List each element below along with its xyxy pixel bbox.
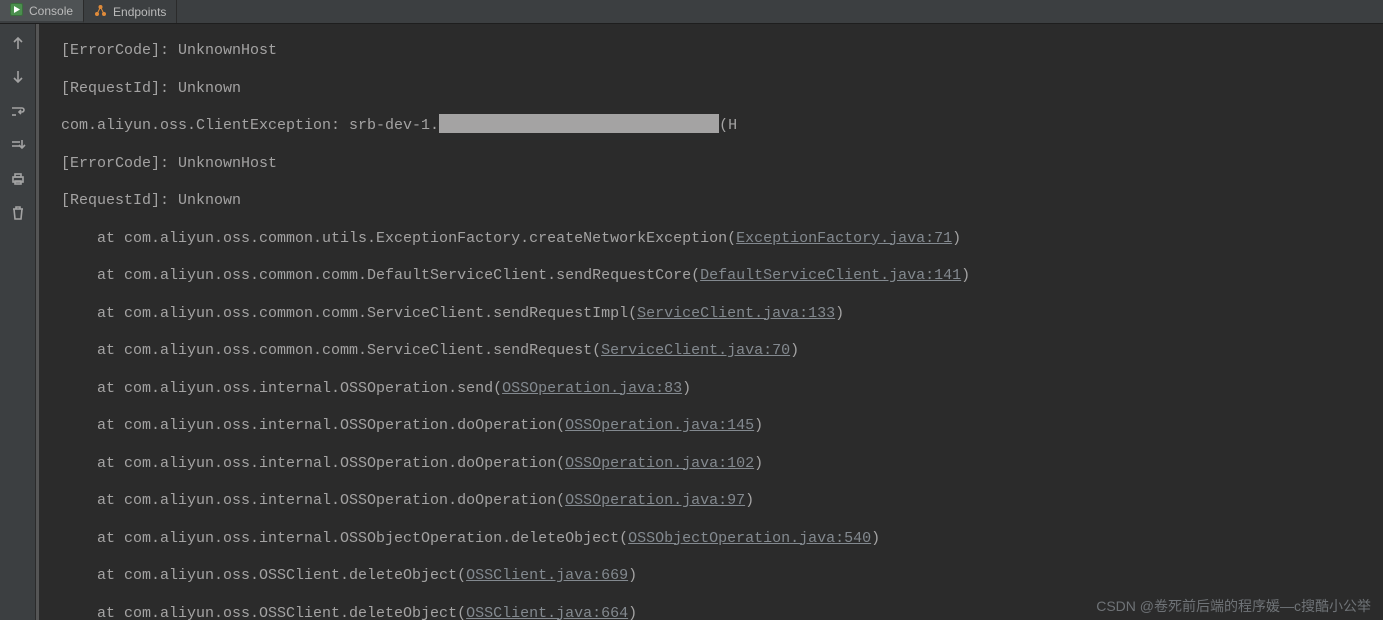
scroll-down-icon[interactable] (6, 66, 30, 88)
log-line: [RequestId]: Unknown (61, 70, 1383, 108)
log-text: (H (719, 117, 737, 134)
stack-frame-text: ) (754, 455, 763, 472)
tab-endpoints[interactable]: Endpoints (84, 0, 177, 23)
run-icon (10, 3, 23, 19)
stack-frame-text: ) (682, 380, 691, 397)
stack-frame-text: ) (628, 605, 637, 620)
stack-frame: at com.aliyun.oss.common.comm.DefaultSer… (61, 257, 1383, 295)
stack-frame: at com.aliyun.oss.common.utils.Exception… (61, 220, 1383, 258)
log-text: com.aliyun.oss.ClientException: srb-dev-… (61, 117, 439, 134)
stack-frame: at com.aliyun.oss.internal.OSSOperation.… (61, 445, 1383, 483)
stack-frame-text: ) (745, 492, 754, 509)
source-link[interactable]: ServiceClient.java:70 (601, 342, 790, 359)
stack-frame-text: at com.aliyun.oss.common.comm.DefaultSer… (61, 267, 700, 284)
stack-frame: at com.aliyun.oss.OSSClient.deleteObject… (61, 557, 1383, 595)
scroll-up-icon[interactable] (6, 32, 30, 54)
source-link[interactable]: OSSObjectOperation.java:540 (628, 530, 871, 547)
stack-frame: at com.aliyun.oss.internal.OSSOperation.… (61, 482, 1383, 520)
source-link[interactable]: OSSOperation.java:145 (565, 417, 754, 434)
log-line: [RequestId]: Unknown (61, 182, 1383, 220)
stack-frame-text: ) (754, 417, 763, 434)
stack-frame-text: at com.aliyun.oss.common.utils.Exception… (61, 230, 736, 247)
console-output[interactable]: [ErrorCode]: UnknownHost [RequestId]: Un… (36, 24, 1383, 620)
stack-frame: at com.aliyun.oss.common.comm.ServiceCli… (61, 332, 1383, 370)
log-line: com.aliyun.oss.ClientException: srb-dev-… (61, 107, 1383, 145)
source-link[interactable]: OSSClient.java:664 (466, 605, 628, 620)
left-toolbar (0, 24, 36, 620)
stack-frame: at com.aliyun.oss.internal.OSSOperation.… (61, 407, 1383, 445)
stack-frame-text: at com.aliyun.oss.internal.OSSObjectOper… (61, 530, 628, 547)
stack-frame-text: ) (952, 230, 961, 247)
tab-console-label: Console (29, 4, 73, 18)
source-link[interactable]: OSSOperation.java:83 (502, 380, 682, 397)
source-link[interactable]: OSSOperation.java:97 (565, 492, 745, 509)
stack-frame: at com.aliyun.oss.internal.OSSOperation.… (61, 370, 1383, 408)
trash-icon[interactable] (6, 202, 30, 224)
stack-frame-text: at com.aliyun.oss.internal.OSSOperation.… (61, 492, 565, 509)
watermark: CSDN @卷死前后端的程序媛—c搜酷小公举 (1096, 596, 1371, 616)
stack-frame-text: at com.aliyun.oss.common.comm.ServiceCli… (61, 305, 637, 322)
scroll-to-end-icon[interactable] (6, 134, 30, 156)
tab-console[interactable]: Console (0, 0, 84, 23)
stack-frame-text: ) (871, 530, 880, 547)
stack-frame-text: at com.aliyun.oss.internal.OSSOperation.… (61, 380, 502, 397)
source-link[interactable]: ServiceClient.java:133 (637, 305, 835, 322)
stack-frame-text: at com.aliyun.oss.internal.OSSOperation.… (61, 455, 565, 472)
stack-frame-text: ) (835, 305, 844, 322)
stack-frame-text: at com.aliyun.oss.OSSClient.deleteObject… (61, 605, 466, 620)
redacted-block (439, 114, 719, 133)
print-icon[interactable] (6, 168, 30, 190)
stack-frame: at com.aliyun.oss.internal.OSSObjectOper… (61, 520, 1383, 558)
stack-frame-text: at com.aliyun.oss.OSSClient.deleteObject… (61, 567, 466, 584)
stack-frame-text: at com.aliyun.oss.internal.OSSOperation.… (61, 417, 565, 434)
stack-frame-text: at com.aliyun.oss.common.comm.ServiceCli… (61, 342, 601, 359)
stack-trace: at com.aliyun.oss.common.utils.Exception… (61, 220, 1383, 620)
log-line: [ErrorCode]: UnknownHost (61, 32, 1383, 70)
source-link[interactable]: DefaultServiceClient.java:141 (700, 267, 961, 284)
log-line: [ErrorCode]: UnknownHost (61, 145, 1383, 183)
tab-endpoints-label: Endpoints (113, 5, 166, 19)
stack-frame-text: ) (961, 267, 970, 284)
tab-bar: Console Endpoints (0, 0, 1383, 24)
endpoints-icon (94, 4, 107, 20)
stack-frame: at com.aliyun.oss.common.comm.ServiceCli… (61, 295, 1383, 333)
stack-frame-text: ) (790, 342, 799, 359)
source-link[interactable]: OSSClient.java:669 (466, 567, 628, 584)
source-link[interactable]: OSSOperation.java:102 (565, 455, 754, 472)
soft-wrap-icon[interactable] (6, 100, 30, 122)
source-link[interactable]: ExceptionFactory.java:71 (736, 230, 952, 247)
stack-frame-text: ) (628, 567, 637, 584)
